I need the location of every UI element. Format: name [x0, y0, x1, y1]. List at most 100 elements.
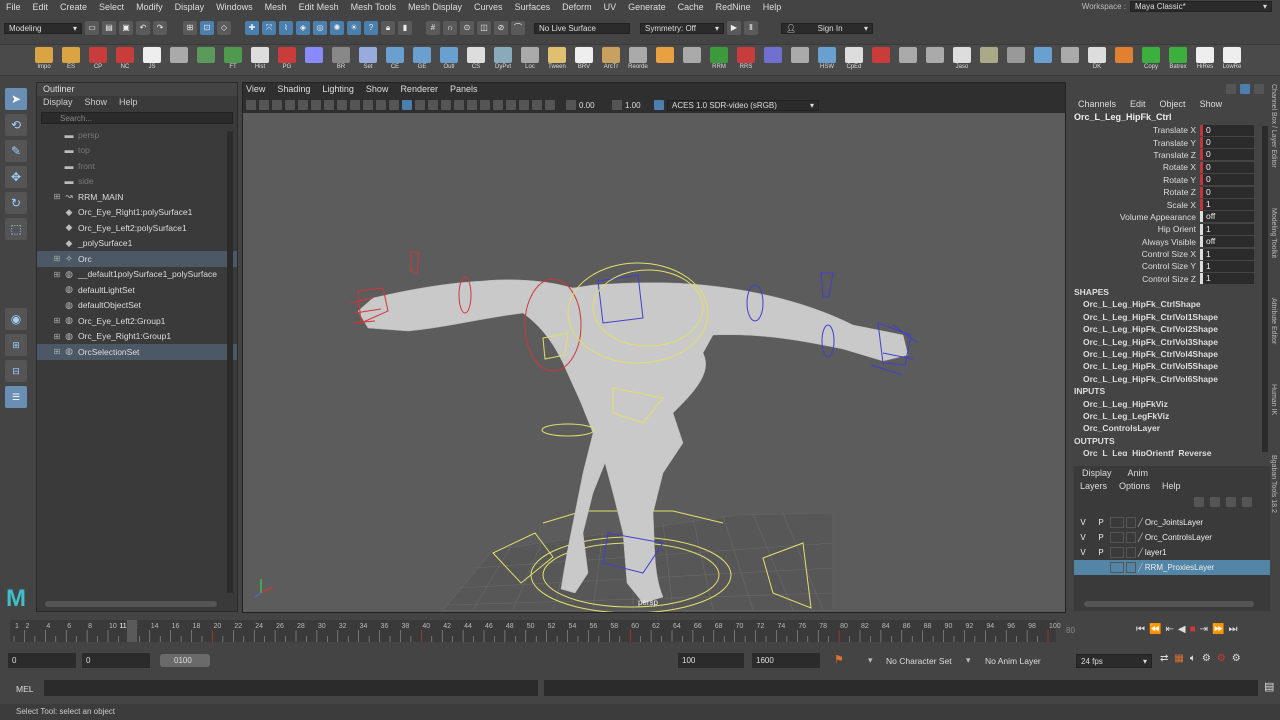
channel-value[interactable]: 1 [1200, 260, 1254, 272]
channel-value[interactable]: 0 [1200, 174, 1254, 186]
expand-plus-icon[interactable]: ⊞ [51, 254, 63, 263]
snap-curve-icon[interactable]: ∩ [443, 21, 457, 35]
channel-value[interactable]: off [1200, 236, 1254, 248]
channel-value[interactable]: off [1200, 211, 1254, 223]
snap-point-icon[interactable]: ⊙ [460, 21, 474, 35]
outliner-item[interactable]: ◍ defaultObjectSet [37, 298, 237, 314]
channel-menu-object[interactable]: Object [1160, 99, 1186, 109]
auto-key-icon[interactable]: ⚑ [834, 653, 844, 666]
snap-grid-icon[interactable]: # [426, 21, 440, 35]
viewport-menu-view[interactable]: View [246, 84, 265, 97]
range-bar[interactable]: 0100 [160, 654, 210, 667]
channel-row[interactable]: Control Size Z1 [1070, 273, 1270, 285]
outliner-item[interactable]: ◍ defaultLightSet [37, 282, 237, 298]
channel-name[interactable]: Rotate Z [1070, 187, 1200, 197]
shelf-button-tool-33[interactable] [923, 45, 947, 75]
shelf-button-tool-35[interactable] [977, 45, 1001, 75]
tab-modeling-toolkit[interactable]: Modeling Toolkit [1270, 208, 1277, 258]
layer-visibility-toggle[interactable]: V [1074, 518, 1092, 527]
channel-row[interactable]: Translate Z0 [1070, 149, 1270, 161]
viewport-3d-canvas[interactable]: persp [243, 113, 1065, 612]
settings-icon[interactable]: ⚙ [1232, 653, 1241, 664]
shelf-button-dk[interactable]: DK [1085, 45, 1109, 75]
motion-blur-icon[interactable] [480, 100, 490, 110]
channel-name[interactable]: Control Size Y [1070, 261, 1200, 271]
safe-title-icon[interactable] [376, 100, 386, 110]
expand-plus-icon[interactable]: ⊞ [51, 332, 63, 341]
go-to-start-icon[interactable]: ⏮ [1136, 624, 1145, 635]
shelf-button-rrs[interactable]: RRS [734, 45, 758, 75]
open-scene-icon[interactable]: ▤ [102, 21, 116, 35]
layer-color-swatch[interactable] [1126, 547, 1136, 558]
move-tool-icon[interactable]: ✥ [5, 166, 27, 188]
shelf-button-js[interactable]: JS [140, 45, 164, 75]
isolate-select-icon[interactable] [506, 100, 516, 110]
expand-plus-icon[interactable]: ⊞ [51, 270, 63, 279]
menu-set-dropdown[interactable]: Modeling ▾ [4, 22, 82, 34]
gate-mask-icon[interactable] [337, 100, 347, 110]
channel-name[interactable]: Translate Z [1070, 150, 1200, 160]
outliner-item[interactable]: ⊞ ⟡ Orc [37, 251, 237, 267]
channel-row[interactable]: Control Size Y1 [1070, 260, 1270, 272]
gpu-preferences-icon[interactable]: ⚙ [1217, 653, 1226, 664]
shape-node-item[interactable]: Orc_L_Leg_HipFk_CtrlVol5Shape [1070, 361, 1270, 373]
outliner-item[interactable]: ▬ side [37, 174, 237, 190]
color-management-icon[interactable] [654, 100, 664, 110]
layer-menu-options[interactable]: Options [1119, 481, 1150, 491]
step-forward-key-icon[interactable]: ⏩ [1212, 624, 1224, 635]
tab-attribute-editor[interactable]: Attribute Editor [1270, 298, 1277, 344]
shelf-button-tool-38[interactable] [1058, 45, 1082, 75]
outliner-layout-icon[interactable]: ☰ [5, 386, 27, 408]
shelf-button-ft[interactable]: FT [221, 45, 245, 75]
shape-node-item[interactable]: Orc_L_Leg_HipFk_CtrlVol2Shape [1070, 324, 1270, 336]
gamma-value[interactable]: 1.00 [625, 101, 651, 110]
outliner-item[interactable]: ⊞ ↝ RRM_MAIN [37, 189, 237, 205]
menu-mesh-tools[interactable]: Mesh Tools [345, 2, 402, 12]
channel-row[interactable]: Translate Y0 [1070, 136, 1270, 149]
stop-icon[interactable]: ■ [1190, 624, 1196, 635]
sign-in-button[interactable]: 👤︎ Sign In ▾ [781, 22, 873, 34]
menu-mesh[interactable]: Mesh [259, 2, 293, 12]
channel-name[interactable]: Control Size X [1070, 249, 1200, 259]
layer-display-type-toggle[interactable] [1110, 532, 1124, 543]
layer-menu-help[interactable]: Help [1162, 481, 1181, 491]
channel-name[interactable]: Hip Orient [1070, 224, 1200, 234]
animation-start-field[interactable]: 0 [8, 653, 76, 668]
shelf-button-tool-40[interactable] [1112, 45, 1136, 75]
layer-horizontal-scrollbar[interactable] [1084, 601, 1254, 607]
shelf-button-tool-24[interactable] [680, 45, 704, 75]
channel-name[interactable]: Control Size Z [1070, 274, 1200, 284]
menu-mesh-display[interactable]: Mesh Display [402, 2, 468, 12]
shelf-button-tool-23[interactable] [653, 45, 677, 75]
rotate-tool-icon[interactable]: ↻ [5, 192, 27, 214]
menu-cache[interactable]: Cache [672, 2, 710, 12]
tab-anim-layers[interactable]: Anim [1128, 468, 1149, 478]
channel-value[interactable]: 0 [1200, 186, 1254, 198]
viewport-menu-shading[interactable]: Shading [277, 84, 310, 97]
layer-menu-layers[interactable]: Layers [1080, 481, 1107, 491]
resolution-gate-icon[interactable] [324, 100, 334, 110]
camera-attributes-icon[interactable] [259, 100, 269, 110]
outliner-item[interactable]: ▬ persp [37, 127, 237, 143]
go-to-end-icon[interactable]: ⏭ [1228, 624, 1237, 635]
input-node-item[interactable]: Orc_L_Leg_LegFkViz [1070, 411, 1270, 423]
outliner-item[interactable]: ⊞ ◍ Orc_Eye_Right1:Group1 [37, 329, 237, 345]
workspace-dropdown[interactable]: Maya Classic* ▾ [1130, 1, 1272, 12]
shape-node-item[interactable]: Orc_L_Leg_HipFk_CtrlShape [1070, 299, 1270, 311]
channel-value[interactable]: 1 [1200, 223, 1254, 235]
new-scene-icon[interactable]: ▭ [85, 21, 99, 35]
shelf-button-hsw[interactable]: HSW [815, 45, 839, 75]
backface-culling-icon[interactable] [545, 100, 555, 110]
layer-row[interactable]: V P ╱ layer1 [1074, 545, 1270, 560]
outliner-menu-help[interactable]: Help [119, 96, 138, 109]
redo-icon[interactable]: ↷ [153, 21, 167, 35]
color-space-dropdown[interactable]: ACES 1.0 SDR-video (sRGB) ▾ [667, 99, 819, 111]
shelf-button-tool-27[interactable] [761, 45, 785, 75]
menu-help[interactable]: Help [757, 2, 788, 12]
move-layer-down-icon[interactable] [1210, 497, 1220, 507]
outliner-search-input[interactable]: Search... [41, 112, 233, 124]
shelf-button-hires[interactable]: HiRes [1193, 45, 1217, 75]
channel-row[interactable]: Volume Appearance off [1070, 211, 1270, 223]
channel-row[interactable]: Rotate Y0 [1070, 174, 1270, 186]
menu-uv[interactable]: UV [598, 2, 623, 12]
